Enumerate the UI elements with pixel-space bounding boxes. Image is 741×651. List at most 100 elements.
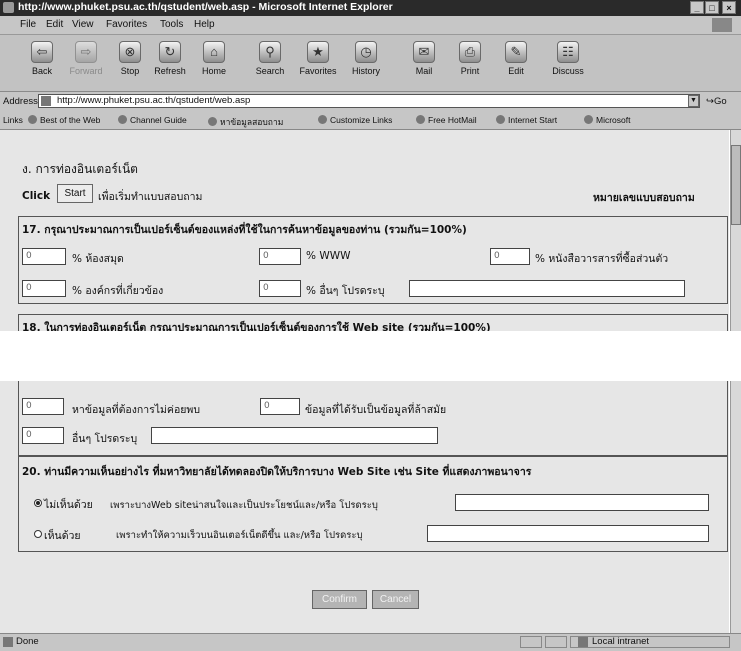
print-icon: ⎙ — [459, 41, 481, 63]
q17-organization-label: % องค์กรที่เกี่ยวข้อง — [72, 285, 164, 297]
status-bar: Done Local intranet — [0, 633, 741, 651]
intranet-icon — [578, 637, 588, 647]
q20-agree-reason: เพราะทำให้ความเร็วบนอินเตอร์เน็ตดีขึ้น แ… — [116, 530, 363, 541]
mail-button[interactable]: ✉ Mail — [404, 39, 444, 87]
links-label: Links — [3, 115, 23, 125]
link-thai-survey[interactable]: หาข้อมูลสอบถาม — [208, 115, 283, 129]
q19-other-label: อื่นๆ โปรดระบุ — [72, 433, 138, 445]
title-bar: http://www.phuket.psu.ac.th/qstudent/web… — [0, 0, 741, 16]
toolbar: ⇦ Back ⇨ Forward ⊗ Stop ↻ Refresh ⌂ Home ⚲ Sea… — [0, 35, 741, 92]
close-button[interactable]: × — [722, 1, 736, 14]
address-bar: Address http://www.phuket.psu.ac.th/qstu… — [0, 92, 741, 113]
q20-disagree-radio[interactable] — [34, 499, 42, 507]
ie-page-icon — [416, 115, 425, 124]
window-title: http://www.phuket.psu.ac.th/qstudent/web… — [18, 1, 393, 13]
page-icon — [41, 96, 51, 106]
q19-not-found-input[interactable]: 0 — [22, 398, 64, 415]
ie-page-icon — [318, 115, 327, 124]
link-best-of-web[interactable]: Best of the Web — [28, 115, 100, 125]
q17-other-input[interactable]: 0 — [259, 280, 301, 297]
discuss-button[interactable]: ☷ Discuss — [548, 39, 588, 87]
q17-other-specify-input[interactable] — [409, 280, 685, 297]
address-label: Address — [3, 96, 38, 107]
history-icon: ◷ — [355, 41, 377, 63]
links-bar: Links Best of the Web Channel Guide หาข้… — [0, 112, 741, 130]
q17-library-input[interactable]: 0 — [22, 248, 66, 265]
confirm-button[interactable]: Confirm — [312, 590, 367, 609]
done-page-icon — [3, 637, 13, 647]
q17-www-input[interactable]: 0 — [259, 248, 301, 265]
home-button[interactable]: ⌂ Home — [194, 39, 234, 87]
vertical-scrollbar[interactable] — [730, 130, 741, 633]
go-button[interactable]: ↪Go — [706, 96, 727, 107]
ie-logo-icon — [3, 2, 14, 13]
back-arrow-icon: ⇦ — [31, 41, 53, 63]
menu-file[interactable]: File — [20, 19, 36, 30]
link-internet-start[interactable]: Internet Start — [496, 115, 557, 125]
print-button[interactable]: ⎙ Print — [450, 39, 490, 87]
start-button[interactable]: Start — [57, 184, 93, 203]
q19-other-specify-input[interactable] — [151, 427, 438, 444]
address-input[interactable]: http://www.phuket.psu.ac.th/qstudent/web… — [38, 94, 700, 108]
home-icon: ⌂ — [203, 41, 225, 63]
q19-other-input[interactable]: 0 — [22, 427, 64, 444]
status-pane — [520, 636, 542, 648]
favorites-icon: ★ — [307, 41, 329, 63]
status-text: Done — [16, 636, 39, 647]
maximize-button[interactable]: □ — [705, 1, 719, 14]
favorites-button[interactable]: ★ Favorites — [298, 39, 338, 87]
stop-button[interactable]: ⊗ Stop — [110, 39, 150, 87]
link-channel-guide[interactable]: Channel Guide — [118, 115, 187, 125]
q17-magazine-input[interactable]: 0 — [490, 248, 530, 265]
history-button[interactable]: ◷ History — [346, 39, 386, 87]
q19-outdated-label: ข้อมูลที่ได้รับเป็นข้อมูลที่ล้าสมัย — [305, 404, 447, 416]
ie-page-icon — [208, 117, 217, 126]
start-hint: เพื่อเริ่มทำแบบสอบถาม — [98, 191, 203, 203]
status-pane — [545, 636, 567, 648]
q20-agree-input[interactable] — [427, 525, 709, 542]
search-icon: ⚲ — [259, 41, 281, 63]
edit-icon: ✎ — [505, 41, 527, 63]
click-label: Click — [22, 190, 51, 202]
mail-icon: ✉ — [413, 41, 435, 63]
refresh-button[interactable]: ↻ Refresh — [150, 39, 190, 87]
scrollbar-thumb[interactable] — [731, 145, 741, 225]
edit-button[interactable]: ✎ Edit — [496, 39, 536, 87]
q19-outdated-input[interactable]: 0 — [260, 398, 300, 415]
q17-organization-input[interactable]: 0 — [22, 280, 66, 297]
q20-text: 20. ท่านมีความเห็นอย่างไร ที่มหาวิทยาลัย… — [22, 466, 532, 478]
back-button[interactable]: ⇦ Back — [22, 39, 62, 87]
q17-text: 17. กรุณาประมาณการเป็นเปอร์เซ็นต์ของแหล่… — [22, 224, 467, 236]
forward-arrow-icon: ⇨ — [75, 41, 97, 63]
menu-edit[interactable]: Edit — [46, 19, 63, 30]
q19-not-found-label: หาข้อมูลที่ต้องการไม่ค่อยพบ — [72, 404, 200, 416]
menu-help[interactable]: Help — [194, 19, 215, 30]
menu-bar: File Edit View Favorites Tools Help — [0, 16, 741, 35]
address-url: http://www.phuket.psu.ac.th/qstudent/web… — [57, 95, 251, 106]
ie-page-icon — [28, 115, 37, 124]
q17-www-label: % WWW — [306, 250, 351, 262]
ie-page-icon — [496, 115, 505, 124]
q20-agree-label: เห็นด้วย — [44, 530, 81, 542]
q17-magazine-label: % หนังสือวารสารที่ซื้อส่วนตัว — [535, 253, 669, 265]
refresh-icon: ↻ — [159, 41, 181, 63]
menu-favorites[interactable]: Favorites — [106, 19, 147, 30]
link-free-hotmail[interactable]: Free HotMail — [416, 115, 477, 125]
link-microsoft[interactable]: Microsoft — [584, 115, 630, 125]
form-number-label: หมายเลขแบบสอบถาม — [593, 192, 695, 204]
windows-flag-icon — [712, 18, 732, 32]
search-button[interactable]: ⚲ Search — [250, 39, 290, 87]
q20-agree-radio[interactable] — [34, 530, 42, 538]
minimize-button[interactable]: _ — [690, 1, 704, 14]
menu-tools[interactable]: Tools — [160, 19, 183, 30]
screenshot-cut-gap — [0, 331, 741, 381]
q20-disagree-label: ไม่เห็นด้วย — [44, 499, 93, 511]
address-dropdown-button[interactable]: ▼ — [688, 95, 699, 107]
q20-disagree-input[interactable] — [455, 494, 709, 511]
ie-page-icon — [584, 115, 593, 124]
cancel-button[interactable]: Cancel — [372, 590, 419, 609]
menu-view[interactable]: View — [72, 19, 94, 30]
q20-disagree-reason: เพราะบางWeb siteน่าสนใจและเป็นประโยชน์แล… — [110, 500, 378, 511]
link-customize-links[interactable]: Customize Links — [318, 115, 392, 125]
forward-button[interactable]: ⇨ Forward — [66, 39, 106, 87]
